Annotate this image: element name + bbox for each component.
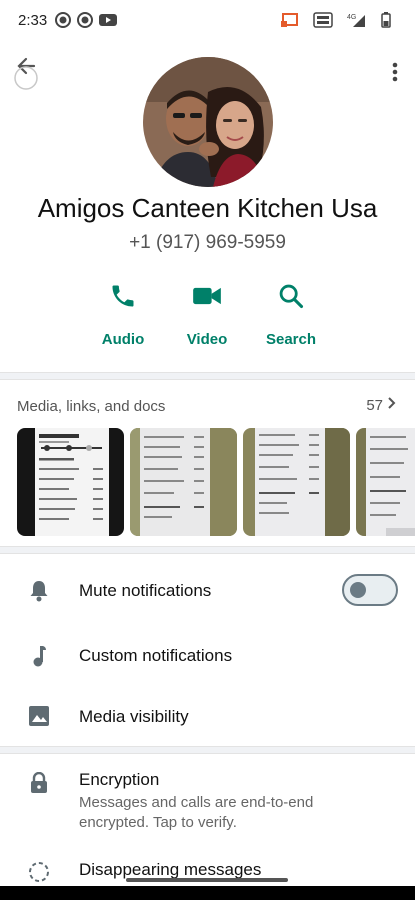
media-section[interactable]: Media, links, and docs 57 <box>0 382 415 546</box>
encryption-label: Encryption <box>79 770 160 789</box>
bell-icon <box>27 579 51 603</box>
disappearing-messages-label: Disappearing messages <box>79 860 262 879</box>
youtube-icon <box>99 13 118 27</box>
more-options-button[interactable] <box>385 60 405 88</box>
lock-icon <box>27 771 51 795</box>
media-thumbnail[interactable] <box>243 428 350 536</box>
music-note-icon <box>27 644 51 668</box>
media-count: 57 <box>366 396 383 414</box>
search-icon <box>277 282 305 315</box>
whatsapp-dot-icon <box>77 12 94 28</box>
back-button[interactable] <box>10 57 42 92</box>
media-thumbnail[interactable] <box>17 428 124 536</box>
more-vert-icon <box>392 62 398 87</box>
navigation-bar <box>0 886 415 900</box>
arrow-back-icon <box>14 54 38 99</box>
section-divider <box>0 372 415 380</box>
media-count-button[interactable]: 57 <box>366 396 397 414</box>
search-label: Search <box>265 331 317 348</box>
encryption-row[interactable]: Encryption Messages and calls are end-to… <box>0 756 415 846</box>
phone-icon <box>109 282 137 315</box>
audio-call-button[interactable]: Audio <box>83 282 163 348</box>
timer-icon <box>27 860 51 884</box>
custom-notifications-label: Custom notifications <box>79 646 233 665</box>
battery-icon <box>381 12 391 28</box>
contact-name: Amigos Canteen Kitchen Usa <box>37 193 378 223</box>
toggle-knob <box>350 582 366 598</box>
network-label: 4G <box>347 14 356 21</box>
media-title: Media, links, and docs <box>17 398 166 415</box>
media-visibility-row[interactable]: Media visibility <box>0 686 415 746</box>
signal-icon: 4G <box>347 12 367 28</box>
media-visibility-label: Media visibility <box>79 707 189 726</box>
audio-label: Audio <box>101 331 145 348</box>
contact-info-screen: 2:33 4G Amigos Canteen Kitchen Usa +1 (9… <box>0 0 415 900</box>
video-call-button[interactable]: Video <box>167 282 247 348</box>
section-divider <box>0 746 415 754</box>
media-thumbnail[interactable] <box>130 428 237 536</box>
encryption-subtitle: Messages and calls are end-to-end encryp… <box>79 794 314 831</box>
chevron-right-icon <box>387 396 397 414</box>
mute-notifications-toggle[interactable] <box>342 574 398 606</box>
search-button[interactable]: Search <box>251 282 331 348</box>
image-icon <box>27 704 51 728</box>
home-indicator[interactable] <box>126 878 288 882</box>
mute-notifications-label: Mute notifications <box>79 581 212 600</box>
action-bar: Audio Video Search <box>0 282 415 352</box>
status-bar: 2:33 4G <box>0 0 415 40</box>
avatar[interactable] <box>143 57 273 187</box>
media-thumbnails <box>17 428 415 536</box>
status-time: 2:33 <box>18 11 48 29</box>
videocam-icon <box>192 282 222 315</box>
disappearing-messages-row[interactable]: Disappearing messages <box>0 850 415 890</box>
cast-icon <box>281 12 299 28</box>
video-label: Video <box>186 331 228 348</box>
mute-notifications-row[interactable]: Mute notifications <box>0 556 415 626</box>
volte-icon <box>313 12 333 28</box>
custom-notifications-row[interactable]: Custom notifications <box>0 626 415 686</box>
whatsapp-dot-icon <box>55 12 72 28</box>
contact-phone: +1 (917) 969-5959 <box>129 232 286 253</box>
section-divider <box>0 546 415 554</box>
media-thumbnail[interactable] <box>356 428 415 536</box>
